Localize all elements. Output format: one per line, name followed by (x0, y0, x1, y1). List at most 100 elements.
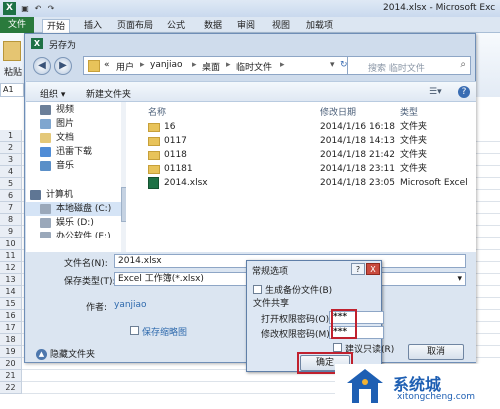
forward-arrow-icon[interactable]: ▶ (54, 57, 72, 75)
name-box-value: A1 (3, 85, 14, 94)
breadcrumb-desktop[interactable]: 桌面 (202, 60, 220, 73)
row-header[interactable]: 21 (0, 370, 22, 382)
nav-label: 迅雷下载 (56, 147, 93, 157)
row-header[interactable]: 17 (0, 322, 22, 334)
chevron-up-icon: ▲ (36, 349, 47, 360)
paste-icon[interactable] (3, 41, 21, 61)
row-header[interactable]: 3 (0, 154, 22, 166)
tab-data[interactable]: 数据 (200, 19, 226, 33)
organize-button[interactable]: 组织 ▾ (40, 87, 65, 100)
nav-item-downloads[interactable]: 迅雷下载 (26, 145, 126, 159)
close-button[interactable]: X (366, 263, 380, 275)
help-button[interactable]: ? (351, 263, 365, 275)
breadcrumb-temp[interactable]: 临时文件 (236, 60, 272, 73)
nav-item-pictures[interactable]: 图片 (26, 117, 126, 131)
readonly-checkbox[interactable] (333, 343, 342, 352)
tab-file[interactable]: 文件 (0, 17, 34, 33)
password-highlight (331, 309, 357, 339)
music-icon (40, 161, 51, 171)
back-arrow-icon[interactable]: ◀ (33, 57, 51, 75)
nav-label: 办公软件 (E:) (56, 232, 111, 238)
file-row[interactable]: 0118 2014/1/18 21:42 文件夹 (126, 148, 476, 162)
new-folder-button[interactable]: 新建文件夹 (86, 87, 131, 100)
cancel-button[interactable]: 取消 (408, 344, 464, 360)
row-header[interactable]: 8 (0, 214, 22, 226)
paste-label[interactable]: 粘贴 (4, 65, 22, 78)
save-icon[interactable]: ▣ (20, 4, 30, 13)
nav-label: 视频 (56, 105, 75, 115)
nav-item-drive-c[interactable]: 本地磁盘 (C:) (26, 202, 126, 216)
nav-item-drive-e[interactable]: 办公软件 (E:) (26, 230, 126, 238)
row-header[interactable]: 12 (0, 262, 22, 274)
backup-label[interactable]: 生成备份文件(B) (265, 283, 332, 296)
tab-addins[interactable]: 加载项 (302, 19, 337, 33)
row-header[interactable]: 18 (0, 334, 22, 346)
breadcrumb-sep: ▸ (140, 60, 145, 70)
row-header[interactable]: 16 (0, 310, 22, 322)
breadcrumb-overflow[interactable]: « (104, 60, 110, 70)
breadcrumb-users[interactable]: 用户 (116, 60, 134, 73)
nav-item-music[interactable]: 音乐 (26, 159, 126, 173)
excel-logo-icon[interactable]: X (3, 2, 16, 15)
search-icon[interactable]: ⌕ (460, 59, 466, 70)
tab-page-layout[interactable]: 页面布局 (113, 19, 157, 33)
folder-icon (148, 123, 160, 132)
tab-review[interactable]: 审阅 (233, 19, 259, 33)
row-header[interactable]: 4 (0, 166, 22, 178)
folder-icon (148, 137, 160, 146)
column-name[interactable]: 名称 (148, 105, 166, 118)
file-type: Microsoft Excel (400, 178, 468, 188)
file-row[interactable]: 2014.xlsx 2014/1/18 23:05 Microsoft Excel (126, 176, 476, 190)
file-row[interactable]: 0117 2014/1/18 14:13 文件夹 (126, 134, 476, 148)
row-header[interactable]: 1 (0, 130, 22, 142)
nav-item-videos[interactable]: 视频 (26, 103, 126, 117)
help-icon[interactable]: ? (458, 86, 470, 98)
row-header[interactable]: 15 (0, 298, 22, 310)
filetype-value: Excel 工作簿(*.xlsx) (118, 274, 204, 284)
row-header[interactable]: 2 (0, 142, 22, 154)
search-input[interactable]: 搜索 临时文件 ⌕ (347, 56, 471, 75)
nav-item-drive-d[interactable]: 娱乐 (D:) (26, 216, 126, 230)
file-type: 文件夹 (400, 136, 428, 146)
drive-icon (40, 218, 51, 228)
redo-icon[interactable]: ↷ (46, 4, 56, 13)
tab-formulas[interactable]: 公式 (163, 19, 189, 33)
address-dropdown-icon[interactable]: ▾ (330, 60, 335, 70)
nav-label: 本地磁盘 (C:) (56, 204, 112, 214)
row-header[interactable]: 22 (0, 382, 22, 394)
row-header[interactable]: 6 (0, 190, 22, 202)
column-date[interactable]: 修改日期 (320, 105, 356, 118)
author-value[interactable]: yanjiao (114, 300, 147, 310)
row-header[interactable]: 10 (0, 238, 22, 250)
breadcrumb-yanjiao[interactable]: yanjiao (150, 60, 183, 70)
nav-item-computer[interactable]: 计算机 (26, 188, 126, 202)
file-row[interactable]: 16 2014/1/16 16:18 文件夹 (126, 120, 476, 134)
computer-icon (30, 190, 41, 200)
nav-label: 音乐 (56, 161, 75, 171)
tab-view[interactable]: 视图 (268, 19, 294, 33)
undo-icon[interactable]: ↶ (33, 4, 43, 13)
dialog-toolbar: 组织 ▾ 新建文件夹 ☰▾ ? (26, 81, 476, 102)
row-header[interactable]: 9 (0, 226, 22, 238)
hide-folders-button[interactable]: ▲ 隐藏文件夹 (36, 347, 95, 360)
tab-insert[interactable]: 插入 (80, 19, 106, 33)
thumbnail-checkbox[interactable] (130, 326, 139, 335)
drive-icon (40, 204, 51, 214)
folder-icon (88, 60, 100, 72)
name-box[interactable]: A1 (0, 83, 24, 97)
row-header[interactable]: 14 (0, 286, 22, 298)
column-type[interactable]: 类型 (400, 105, 418, 118)
row-header[interactable]: 20 (0, 358, 22, 370)
backup-checkbox[interactable] (253, 285, 262, 294)
thumbnail-label[interactable]: 保存缩略图 (142, 325, 187, 338)
row-header[interactable]: 11 (0, 250, 22, 262)
row-header[interactable]: 7 (0, 202, 22, 214)
nav-item-documents[interactable]: 文档 (26, 131, 126, 145)
view-options-icon[interactable]: ☰▾ (429, 87, 442, 97)
row-header[interactable]: 19 (0, 346, 22, 358)
tab-home[interactable]: 开始 (42, 19, 71, 33)
file-row[interactable]: 01181 2014/1/18 23:11 文件夹 (126, 162, 476, 176)
row-header[interactable]: 13 (0, 274, 22, 286)
sharing-label: 文件共享 (253, 299, 290, 309)
row-header[interactable]: 5 (0, 178, 22, 190)
